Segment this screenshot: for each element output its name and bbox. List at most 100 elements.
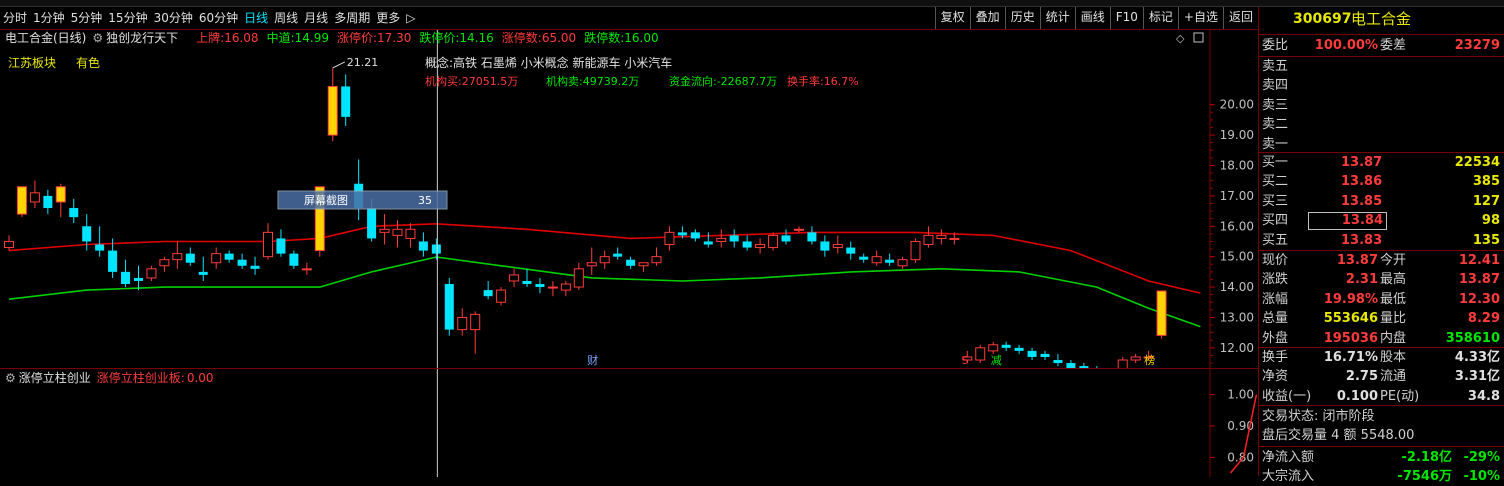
candle[interactable] [134, 265, 143, 291]
period-tab-3[interactable]: 15分钟 [105, 7, 150, 29]
candle[interactable] [613, 247, 623, 260]
candle[interactable] [522, 268, 532, 288]
period-tab-5[interactable]: 60分钟 [196, 7, 241, 29]
candle[interactable] [289, 250, 299, 269]
marker-s[interactable]: S [962, 354, 969, 367]
period-tab-2[interactable]: 5分钟 [68, 7, 106, 29]
candle[interactable] [146, 265, 157, 281]
candle[interactable] [664, 226, 675, 251]
candle[interactable] [793, 226, 804, 233]
period-tab-6[interactable]: 日线 [241, 7, 271, 29]
sub-settings-gear-icon[interactable]: ⚙ [5, 371, 16, 385]
candle[interactable] [198, 256, 208, 281]
tool-button-5[interactable]: F10 [1109, 7, 1143, 29]
candle[interactable] [43, 189, 53, 215]
candle[interactable] [185, 247, 195, 266]
candle[interactable] [638, 262, 649, 272]
tool-button-2[interactable]: 历史 [1004, 7, 1040, 29]
candle[interactable] [327, 68, 338, 142]
bid-row[interactable]: 买四 13.84 98 [1259, 211, 1504, 231]
candle[interactable] [1130, 353, 1141, 364]
candle[interactable] [341, 74, 351, 126]
candle[interactable] [496, 287, 507, 306]
candle[interactable] [781, 229, 791, 245]
candle[interactable] [405, 223, 416, 248]
candle[interactable] [1001, 341, 1011, 351]
candle[interactable] [729, 229, 739, 248]
period-tab-7[interactable]: 周线 [271, 7, 301, 29]
candle[interactable] [1117, 356, 1128, 368]
candle[interactable] [224, 250, 234, 263]
candle[interactable] [509, 268, 520, 288]
candle[interactable] [742, 235, 752, 251]
period-tab-0[interactable]: 分时 [0, 7, 30, 29]
candle[interactable] [832, 235, 843, 254]
candle[interactable] [237, 253, 247, 269]
candle[interactable] [379, 214, 390, 245]
candle[interactable] [431, 238, 441, 260]
period-tab-9[interactable]: 多周期 [331, 7, 373, 29]
candle[interactable] [483, 280, 493, 300]
candle[interactable] [16, 186, 27, 218]
candle[interactable] [55, 183, 66, 218]
candle[interactable] [560, 280, 571, 297]
maximize-icon[interactable] [1193, 32, 1204, 43]
tool-button-3[interactable]: 统计 [1039, 7, 1075, 29]
candle[interactable] [535, 277, 545, 294]
candle[interactable] [1053, 353, 1063, 367]
candle[interactable] [885, 253, 895, 266]
candle[interactable] [859, 253, 869, 263]
candle[interactable] [418, 232, 428, 257]
candle[interactable] [846, 241, 856, 260]
candle[interactable] [159, 256, 170, 272]
tool-button-7[interactable]: +自选 [1177, 7, 1223, 29]
candle[interactable] [975, 344, 986, 364]
marker-bang[interactable]: 榜 [1144, 353, 1155, 367]
candle[interactable] [301, 262, 312, 275]
marker-cai[interactable]: 财 [587, 353, 598, 367]
ask-row[interactable]: 卖五 [1259, 57, 1504, 76]
candle[interactable] [392, 220, 403, 248]
tool-button-8[interactable]: 返回 [1222, 7, 1258, 29]
ask-row[interactable]: 卖三 [1259, 96, 1504, 115]
candle[interactable] [1040, 350, 1050, 360]
candle[interactable] [211, 247, 222, 269]
ask-row[interactable]: 卖一 [1259, 135, 1504, 154]
candle[interactable] [716, 229, 727, 248]
candle[interactable] [586, 247, 597, 275]
candle[interactable] [354, 159, 364, 221]
candle[interactable] [95, 226, 105, 257]
candle[interactable] [470, 311, 481, 354]
candle[interactable] [768, 232, 779, 251]
candle[interactable] [444, 277, 454, 336]
tool-button-0[interactable]: 复权 [934, 7, 970, 29]
candle[interactable] [276, 229, 286, 257]
candle[interactable] [897, 256, 908, 269]
candle[interactable] [807, 226, 817, 245]
candle[interactable] [573, 262, 584, 291]
candle[interactable] [1027, 347, 1037, 360]
candle[interactable] [457, 308, 468, 336]
candle[interactable] [923, 226, 934, 248]
candle[interactable] [69, 198, 79, 224]
bid-row[interactable]: 买三 13.85 127 [1259, 192, 1504, 211]
period-tab-4[interactable]: 30分钟 [151, 7, 196, 29]
bid-row[interactable]: 买二 13.86 385 [1259, 172, 1504, 191]
candle[interactable] [988, 341, 999, 354]
candle[interactable] [703, 232, 713, 248]
more-arrow-icon[interactable]: ▷ [403, 7, 418, 29]
tool-button-4[interactable]: 画线 [1074, 7, 1110, 29]
tool-button-6[interactable]: 标记 [1142, 7, 1178, 29]
diamond-icon[interactable]: ◇ [1176, 32, 1185, 45]
period-tab-1[interactable]: 1分钟 [30, 7, 68, 29]
candle[interactable] [121, 259, 131, 288]
candle[interactable] [172, 241, 183, 269]
bid-row[interactable]: 买五 13.83 135 [1259, 231, 1504, 250]
candle[interactable] [651, 247, 662, 266]
candle[interactable] [1066, 360, 1076, 368]
period-tab-10[interactable]: 更多 [373, 7, 403, 29]
settings-gear-icon[interactable]: ⚙ [92, 31, 103, 45]
candle[interactable] [250, 256, 260, 275]
bid-row[interactable]: 买一 13.87 22534 [1259, 153, 1504, 172]
candle[interactable] [871, 250, 882, 266]
